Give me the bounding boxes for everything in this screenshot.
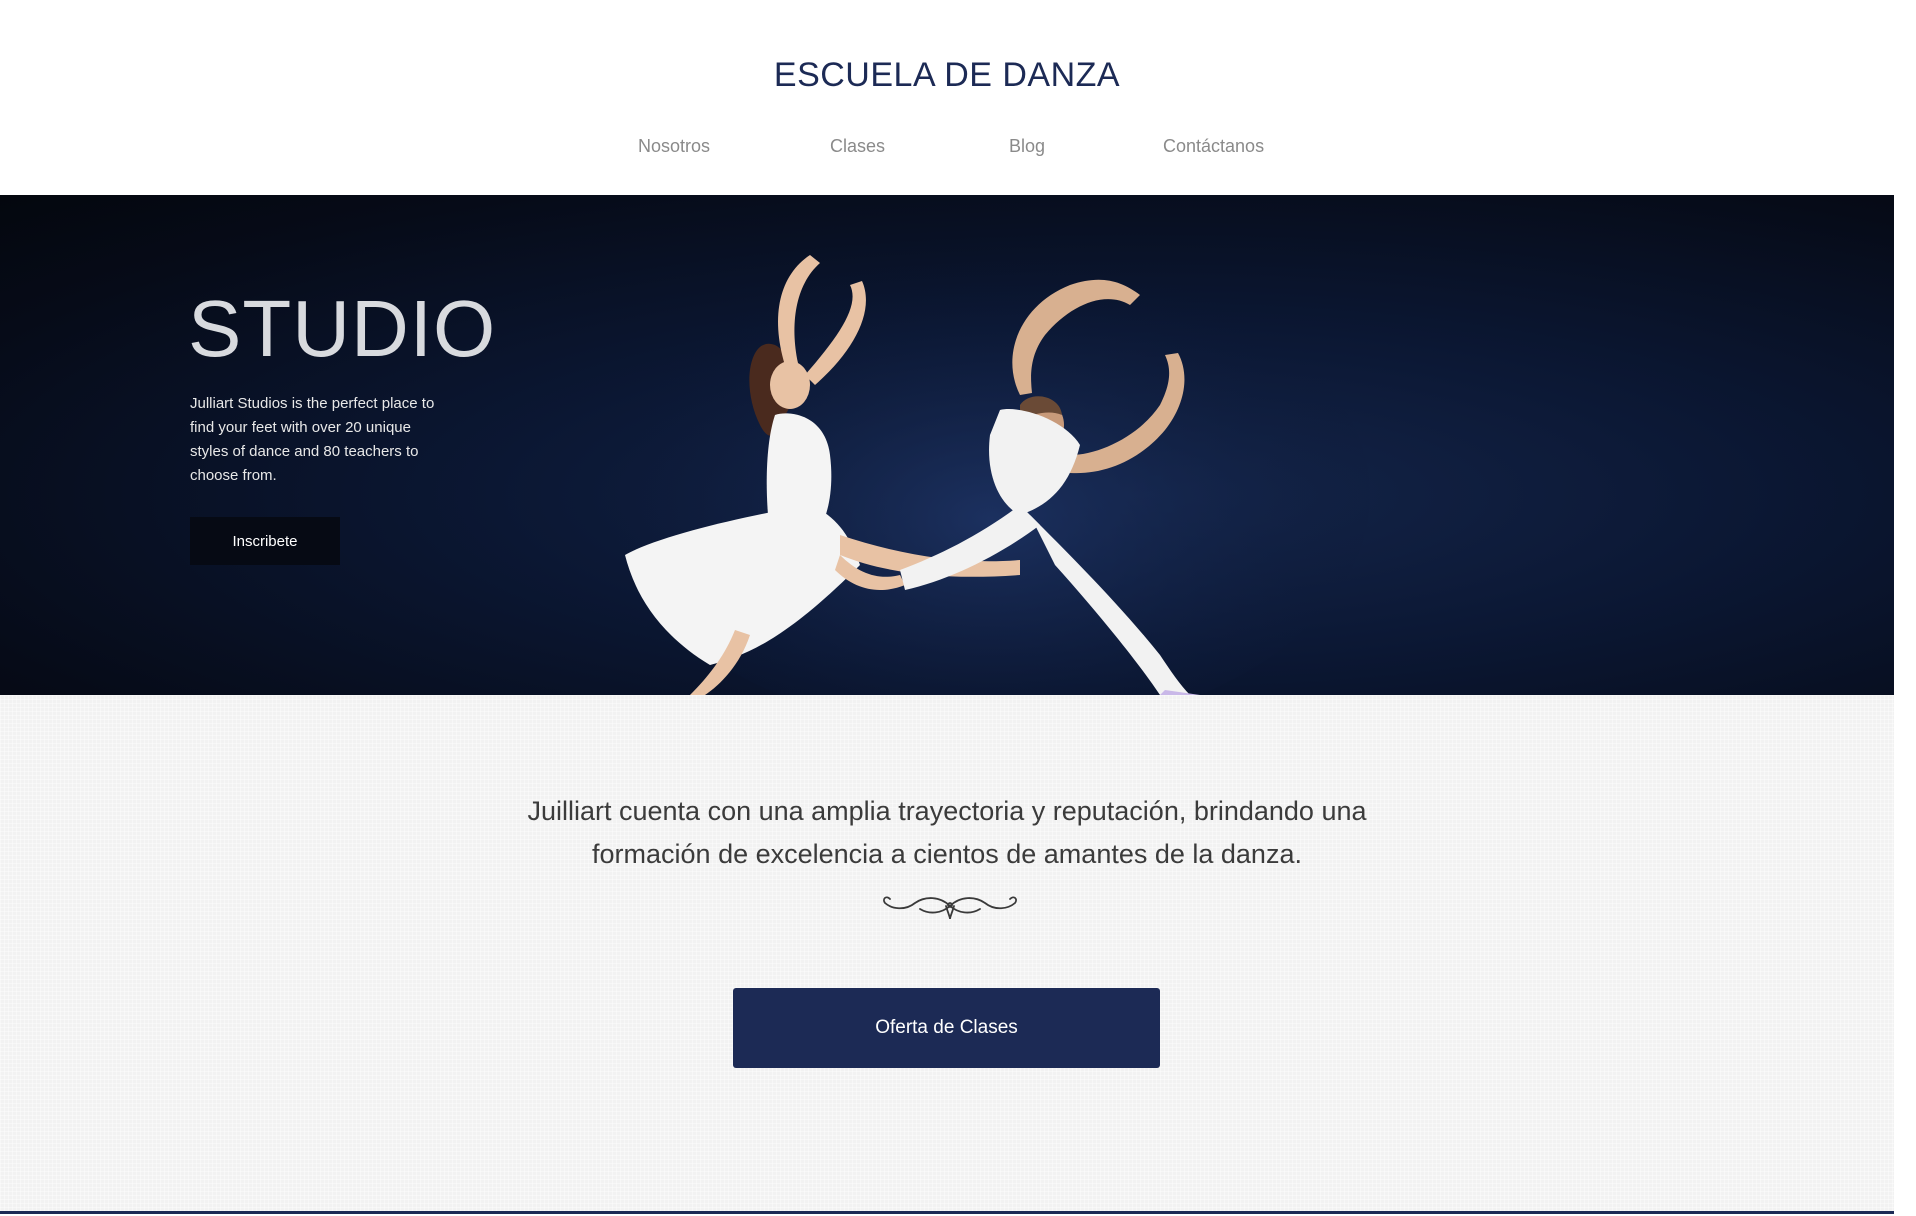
intro-tagline: Juilliart cuenta con una amplia trayecto… [500, 790, 1394, 876]
hero-banner: STUDIO Julliart Studios is the perfect p… [0, 195, 1894, 695]
intro-section: Juilliart cuenta con una amplia trayecto… [0, 695, 1894, 1211]
nav-item-blog[interactable]: Blog [1009, 136, 1045, 157]
hero-description: Julliart Studios is the perfect place to… [190, 395, 435, 484]
main-nav: Nosotros Clases Blog Contáctanos [0, 136, 1894, 162]
nav-item-nosotros[interactable]: Nosotros [638, 136, 710, 157]
nav-item-clases[interactable]: Clases [830, 136, 885, 157]
nav-item-contactanos[interactable]: Contáctanos [1163, 136, 1264, 157]
hero-title: STUDIO [188, 284, 497, 373]
site-header: ESCUELA DE DANZA Nosotros Clases Blog Co… [0, 0, 1894, 195]
footer-divider [0, 1211, 1894, 1214]
page: ESCUELA DE DANZA Nosotros Clases Blog Co… [0, 0, 1916, 1216]
intro-tagline-line2: formación de excelencia a cientos de ama… [592, 839, 1302, 869]
flourish-divider-icon [883, 896, 1017, 920]
site-brand[interactable]: ESCUELA DE DANZA [0, 56, 1894, 95]
inscribete-button[interactable]: Inscribete [190, 517, 340, 565]
scrollbar-gutter [1894, 0, 1916, 1216]
oferta-de-clases-button[interactable]: Oferta de Clases [733, 988, 1160, 1068]
dancers-photo [610, 255, 1370, 695]
intro-tagline-line1: Juilliart cuenta con una amplia trayecto… [527, 796, 1367, 826]
